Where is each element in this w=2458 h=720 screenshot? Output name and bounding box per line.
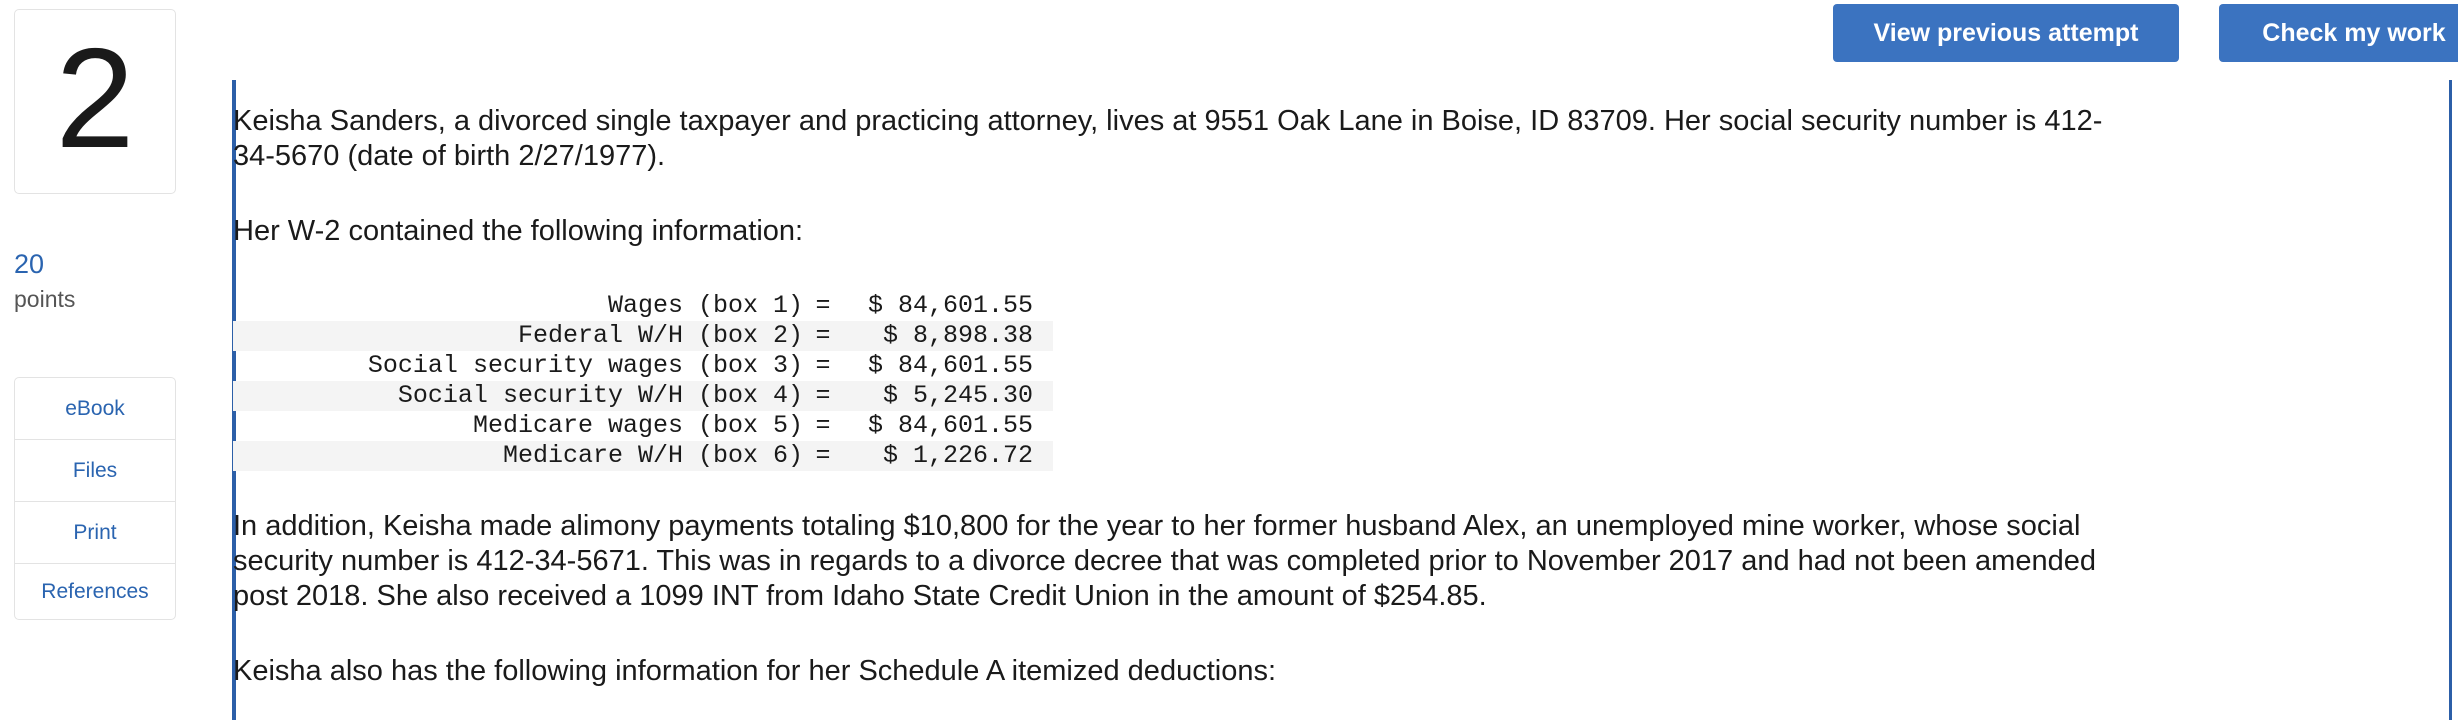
references-link[interactable]: References: [15, 564, 175, 619]
table-row: Medicare wages (box 5) = $ 84,601.55: [233, 411, 1053, 441]
schedule-a-paragraph: Keisha also has the following informatio…: [233, 655, 1277, 687]
w2-value: $ 84,601.55: [867, 291, 1033, 320]
content-right-border: [2449, 80, 2452, 720]
w2-label: Medicare wages (box 5): [472, 411, 803, 440]
w2-label: Wages (box 1): [607, 291, 803, 320]
w2-equals: =: [803, 381, 843, 411]
w2-table: Wages (box 1) = $ 84,601.55 Federal W/H …: [233, 291, 1053, 471]
check-my-work-button[interactable]: Check my work: [2219, 4, 2458, 62]
w2-equals: =: [803, 321, 843, 351]
table-row: Social security wages (box 3) = $ 84,601…: [233, 351, 1053, 381]
intro-paragraph: Keisha Sanders, a divorced single taxpay…: [233, 105, 2103, 172]
ebook-link[interactable]: eBook: [15, 378, 175, 440]
w2-label: Social security wages (box 3): [367, 351, 803, 380]
w2-value: $ 84,601.55: [867, 351, 1033, 380]
points-label: points: [14, 286, 76, 312]
w2-value: $ 8,898.38: [843, 321, 1053, 351]
table-row: Federal W/H (box 2) = $ 8,898.38: [233, 321, 1053, 351]
alimony-paragraph: In addition, Keisha made alimony payment…: [233, 510, 2096, 612]
w2-equals: =: [815, 351, 831, 380]
w2-value: $ 84,601.55: [867, 411, 1033, 440]
view-previous-attempt-button[interactable]: View previous attempt: [1833, 4, 2179, 62]
w2-value: $ 5,245.30: [843, 381, 1053, 411]
w2-label: Medicare W/H (box 6): [233, 441, 803, 471]
table-row: Wages (box 1) = $ 84,601.55: [233, 291, 1053, 321]
print-link[interactable]: Print: [15, 502, 175, 564]
question-page: 2 20 points eBook Files Print References…: [0, 0, 2458, 720]
w2-value: $ 1,226.72: [843, 441, 1053, 471]
w2-equals: =: [815, 411, 831, 440]
w2-label: Federal W/H (box 2): [233, 321, 803, 351]
question-number: 2: [55, 18, 135, 178]
points-value: 20: [14, 249, 45, 279]
table-row: Medicare W/H (box 6) = $ 1,226.72: [233, 441, 1053, 471]
w2-equals: =: [803, 441, 843, 471]
table-row: Social security W/H (box 4) = $ 5,245.30: [233, 381, 1053, 411]
w2-equals: =: [815, 291, 831, 320]
w2-intro-paragraph: Her W-2 contained the following informat…: [233, 215, 804, 247]
tools-panel: eBook Files Print References: [14, 377, 176, 620]
files-link[interactable]: Files: [15, 440, 175, 502]
question-number-card: 2: [14, 9, 176, 194]
w2-label: Social security W/H (box 4): [233, 381, 803, 411]
